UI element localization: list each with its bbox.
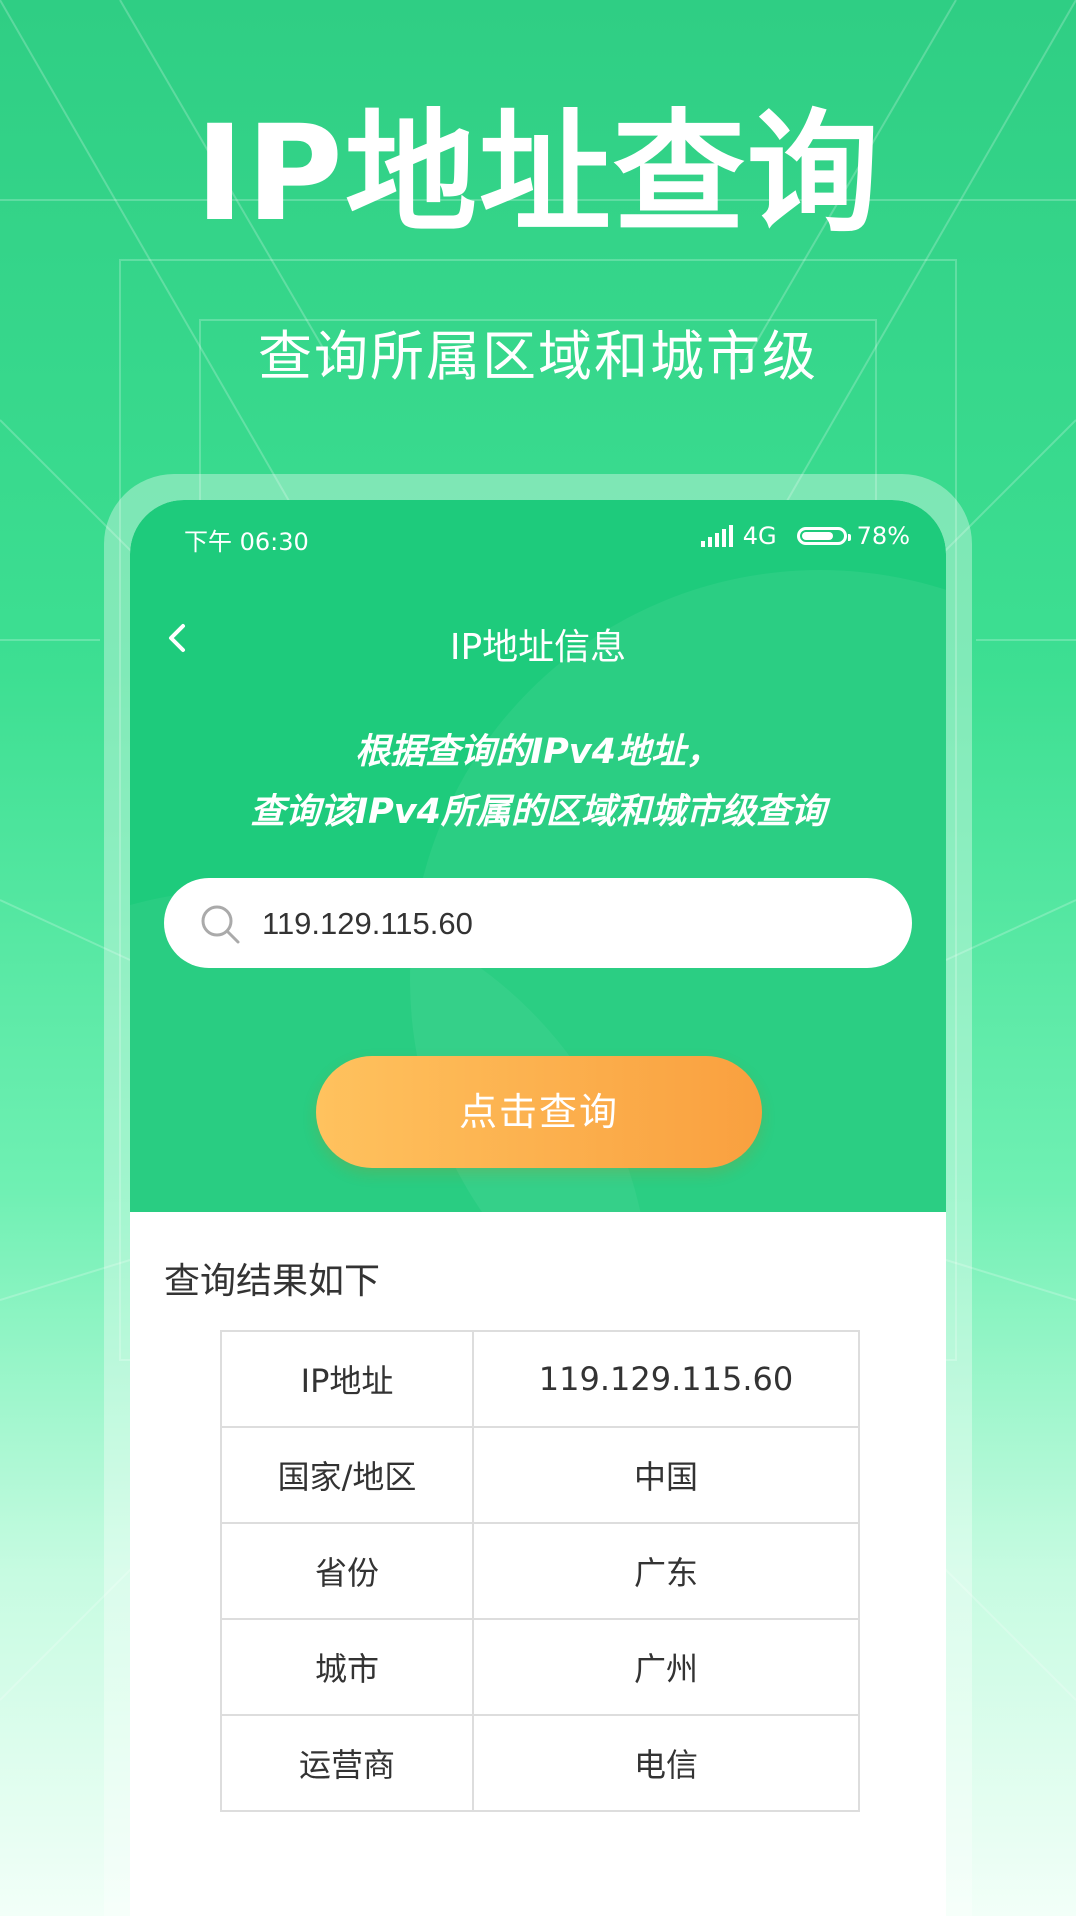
row-value: 中国 (472, 1426, 860, 1524)
row-key: 运营商 (220, 1714, 474, 1812)
battery-icon (796, 527, 851, 545)
hero-subtitle: 查询所属区域和城市级 (258, 325, 818, 388)
description-line-2: 查询该IPv4所属的区域和城市级查询 (250, 792, 826, 832)
hero-title: IP地址查询 (195, 97, 881, 251)
table-row: 城市 广州 (220, 1618, 860, 1716)
ip-search-input[interactable] (260, 878, 884, 970)
table-row: 国家/地区 中国 (220, 1426, 860, 1524)
status-bar: 下午 06:30 4G 78% (130, 522, 946, 562)
row-key: 城市 (220, 1618, 474, 1716)
nav-bar: IP地址信息 (130, 610, 946, 670)
table-row: 省份 广东 (220, 1522, 860, 1620)
row-key: IP地址 (220, 1330, 474, 1428)
row-value: 119.129.115.60 (472, 1330, 860, 1428)
table-row: IP地址 119.129.115.60 (220, 1330, 860, 1428)
header-panel: 下午 06:30 4G 78% IP地址信息 根据查询的IPv4地址， 查询该I… (130, 500, 946, 1212)
result-title: 查询结果如下 (164, 1261, 381, 1302)
signal-icon (700, 525, 733, 547)
row-key: 省份 (220, 1522, 474, 1620)
status-indicators: 4G 78% (700, 522, 910, 550)
search-icon (201, 905, 240, 944)
phone-screen: 下午 06:30 4G 78% IP地址信息 根据查询的IPv4地址， 查询该I… (130, 500, 946, 1916)
status-time: 下午 06:30 (184, 528, 309, 556)
table-row: 运营商 电信 (220, 1714, 860, 1812)
row-value: 电信 (472, 1714, 860, 1812)
search-box[interactable] (164, 878, 912, 970)
result-table: IP地址 119.129.115.60 国家/地区 中国 省份 广东 城市 广州… (220, 1330, 860, 1812)
row-value: 广东 (472, 1522, 860, 1620)
network-type: 4G (742, 522, 777, 550)
row-value: 广州 (472, 1618, 860, 1716)
description-line-1: 根据查询的IPv4地址， (355, 732, 721, 772)
battery-percent: 78% (856, 522, 910, 550)
description: 根据查询的IPv4地址， 查询该IPv4所属的区域和城市级查询 (130, 722, 946, 842)
row-key: 国家/地区 (220, 1426, 474, 1524)
battery-level (801, 532, 833, 540)
query-button[interactable]: 点击查询 (316, 1056, 762, 1168)
page-title: IP地址信息 (449, 627, 627, 668)
